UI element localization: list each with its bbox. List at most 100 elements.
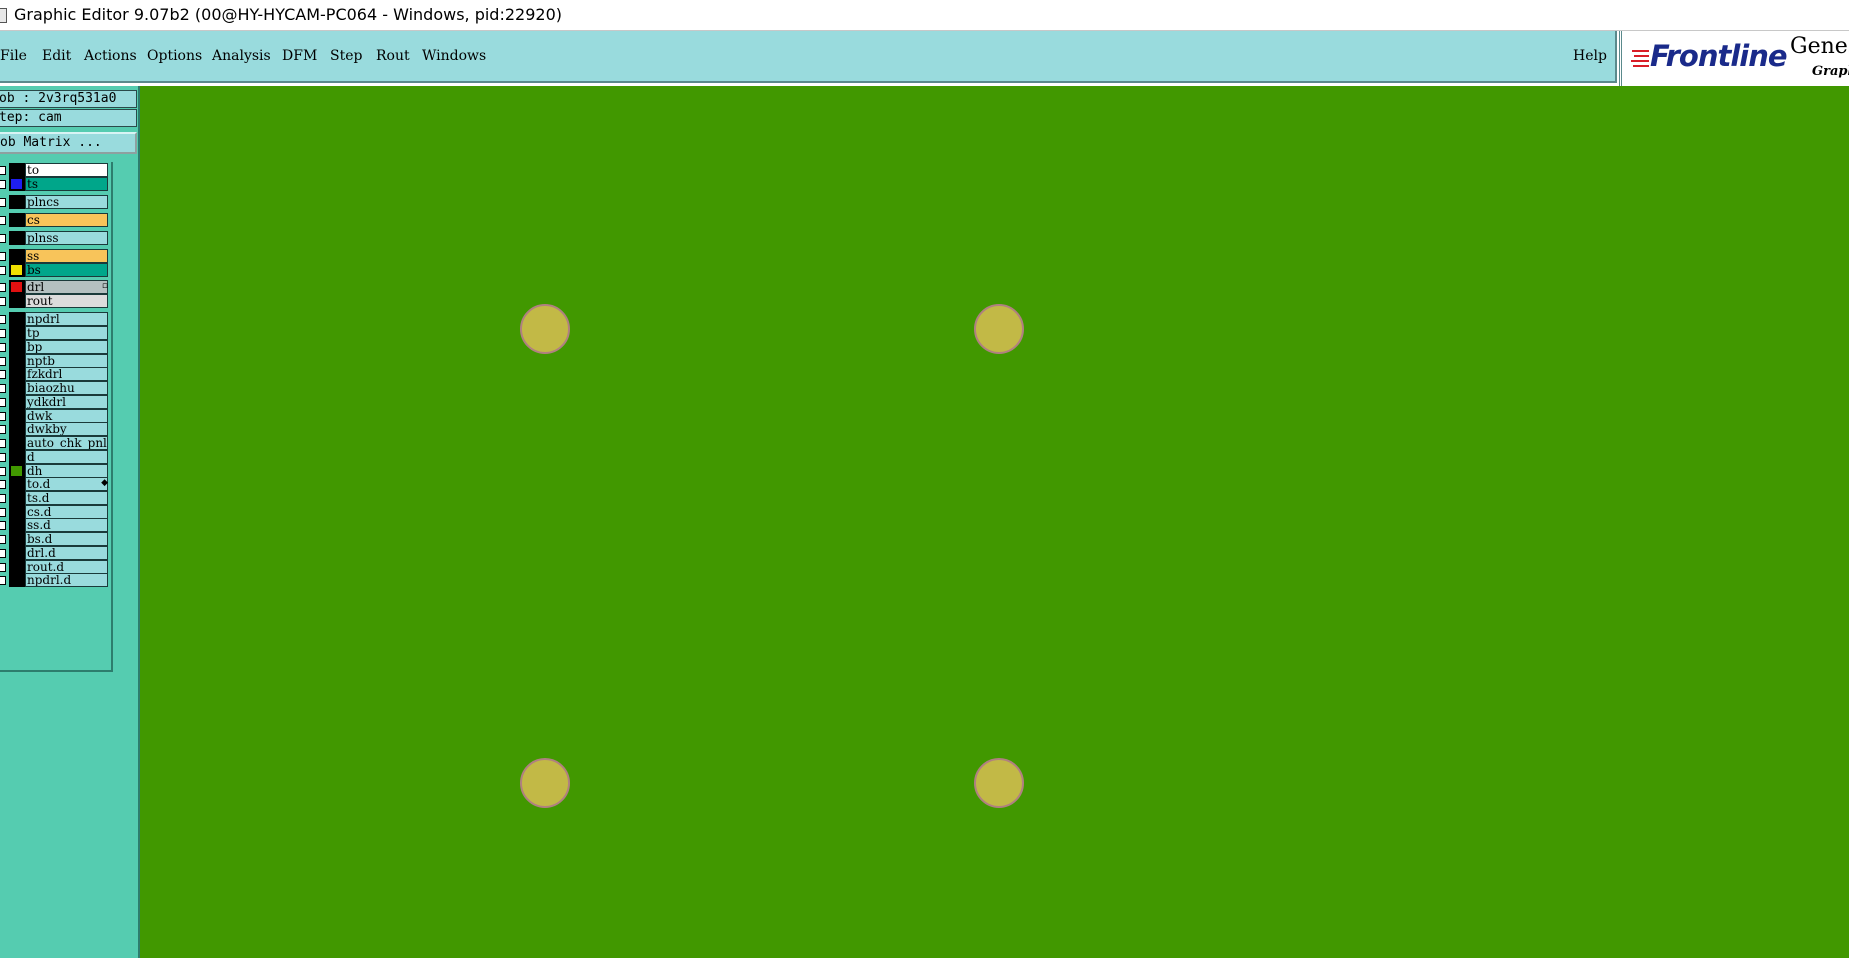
layer-row[interactable]: to.d ◆: [0, 477, 110, 491]
layer-name-npdrl-d[interactable]: npdrl.d: [25, 573, 108, 587]
layer-name-rout[interactable]: rout: [25, 294, 108, 308]
layer-name-drl-d[interactable]: drl.d: [25, 546, 108, 560]
layer-checkbox[interactable]: [0, 180, 6, 189]
menu-step[interactable]: Step: [330, 48, 362, 64]
layer-checkbox[interactable]: [0, 425, 6, 434]
layer-color-swatch[interactable]: [9, 263, 25, 277]
layer-checkbox[interactable]: [0, 216, 6, 225]
layer-color-swatch[interactable]: [9, 409, 25, 423]
layer-color-swatch[interactable]: [9, 532, 25, 546]
layer-checkbox[interactable]: [0, 535, 6, 544]
job-matrix-button[interactable]: ob Matrix ...: [0, 132, 137, 154]
layer-checkbox[interactable]: [0, 549, 6, 558]
layer-name-plnss[interactable]: plnss: [25, 231, 108, 245]
menu-edit[interactable]: Edit: [42, 48, 71, 64]
layer-color-swatch[interactable]: [9, 450, 25, 464]
layer-row[interactable]: to: [0, 163, 110, 177]
layer-color-swatch[interactable]: [9, 464, 25, 478]
layer-checkbox[interactable]: [0, 266, 6, 275]
layer-name-bs-d[interactable]: bs.d: [25, 532, 108, 546]
layer-row[interactable]: plnss: [0, 231, 110, 245]
layer-checkbox[interactable]: [0, 508, 6, 517]
layer-row[interactable]: biaozhu: [0, 381, 110, 395]
layer-name-npdrl[interactable]: npdrl: [25, 312, 108, 326]
layer-row[interactable]: cs: [0, 213, 110, 227]
layer-name-tp[interactable]: tp: [25, 326, 108, 340]
layer-color-swatch[interactable]: [9, 477, 25, 491]
layer-checkbox[interactable]: [0, 467, 6, 476]
layer-row[interactable]: npdrl.d: [0, 573, 110, 587]
layer-checkbox[interactable]: [0, 384, 6, 393]
layer-name-ydkdrl[interactable]: ydkdrl: [25, 395, 108, 409]
layer-name-fzkdrl[interactable]: fzkdrl: [25, 367, 108, 381]
layer-name-to[interactable]: to: [25, 163, 108, 177]
layer-row[interactable]: npdrl: [0, 312, 110, 326]
menu-rout[interactable]: Rout: [376, 48, 410, 64]
layer-row[interactable]: cs.d: [0, 505, 110, 519]
layer-row[interactable]: bs: [0, 263, 110, 277]
layer-name-plncs[interactable]: plncs: [25, 195, 108, 209]
layer-checkbox[interactable]: [0, 357, 6, 366]
layer-color-swatch[interactable]: [9, 573, 25, 587]
layer-color-swatch[interactable]: [9, 436, 25, 450]
layer-color-swatch[interactable]: [9, 177, 25, 191]
layer-name-to-d[interactable]: to.d: [25, 477, 108, 491]
layer-color-swatch[interactable]: [9, 280, 25, 294]
layer-row[interactable]: dwk: [0, 409, 110, 423]
layer-name-cs-d[interactable]: cs.d: [25, 505, 108, 519]
layer-row[interactable]: dh: [0, 464, 110, 478]
layer-checkbox[interactable]: [0, 453, 6, 462]
layer-name-rout-d[interactable]: rout.d: [25, 560, 108, 574]
layer-name-ss-d[interactable]: ss.d: [25, 518, 108, 532]
layer-name-drl[interactable]: drl: [25, 280, 108, 294]
layer-row[interactable]: tp: [0, 326, 110, 340]
layer-name-ts-d[interactable]: ts.d: [25, 491, 108, 505]
layer-color-swatch[interactable]: [9, 294, 25, 308]
layer-row[interactable]: ss: [0, 249, 110, 263]
layer-checkbox[interactable]: [0, 198, 6, 207]
layer-checkbox[interactable]: [0, 297, 6, 306]
layer-name-d[interactable]: d: [25, 450, 108, 464]
layer-name-bp[interactable]: bp: [25, 340, 108, 354]
layer-row[interactable]: drl.d: [0, 546, 110, 560]
menu-dfm[interactable]: DFM: [282, 48, 317, 64]
layer-name-dh[interactable]: dh: [25, 464, 108, 478]
layer-color-swatch[interactable]: [9, 312, 25, 326]
layer-row[interactable]: plncs: [0, 195, 110, 209]
layer-checkbox[interactable]: [0, 283, 6, 292]
graphic-canvas[interactable]: [140, 86, 1849, 958]
layer-color-swatch[interactable]: [9, 249, 25, 263]
layer-name-nptb[interactable]: nptb: [25, 354, 108, 368]
layer-checkbox[interactable]: [0, 252, 6, 261]
layer-checkbox[interactable]: [0, 315, 6, 324]
layer-row[interactable]: nptb: [0, 354, 110, 368]
menu-analysis[interactable]: Analysis: [212, 48, 271, 64]
pad-top-left[interactable]: [520, 304, 570, 354]
layer-name-ss[interactable]: ss: [25, 249, 108, 263]
menu-options[interactable]: Options: [147, 48, 202, 64]
layer-row[interactable]: d: [0, 450, 110, 464]
layer-color-swatch[interactable]: [9, 560, 25, 574]
pad-top-right[interactable]: [974, 304, 1024, 354]
layer-color-swatch[interactable]: [9, 195, 25, 209]
layer-checkbox[interactable]: [0, 412, 6, 421]
layer-checkbox[interactable]: [0, 576, 6, 585]
layer-checkbox[interactable]: [0, 480, 6, 489]
layer-name-dwkby[interactable]: dwkby: [25, 422, 108, 436]
layer-row[interactable]: ss.d: [0, 518, 110, 532]
menu-file[interactable]: File: [0, 48, 27, 64]
layer-checkbox[interactable]: [0, 521, 6, 530]
layer-color-swatch[interactable]: [9, 354, 25, 368]
layer-row[interactable]: rout.d: [0, 560, 110, 574]
layer-name-bs[interactable]: bs: [25, 263, 108, 277]
layer-color-swatch[interactable]: [9, 518, 25, 532]
layer-row[interactable]: rout: [0, 294, 110, 308]
layer-row[interactable]: bs.d: [0, 532, 110, 546]
layer-name-cs[interactable]: cs: [25, 213, 108, 227]
layer-color-swatch[interactable]: [9, 422, 25, 436]
layer-checkbox[interactable]: [0, 234, 6, 243]
menu-windows[interactable]: Windows: [422, 48, 486, 64]
layer-checkbox[interactable]: [0, 329, 6, 338]
layer-row[interactable]: dwkby: [0, 422, 110, 436]
layer-row[interactable]: ts.d: [0, 491, 110, 505]
